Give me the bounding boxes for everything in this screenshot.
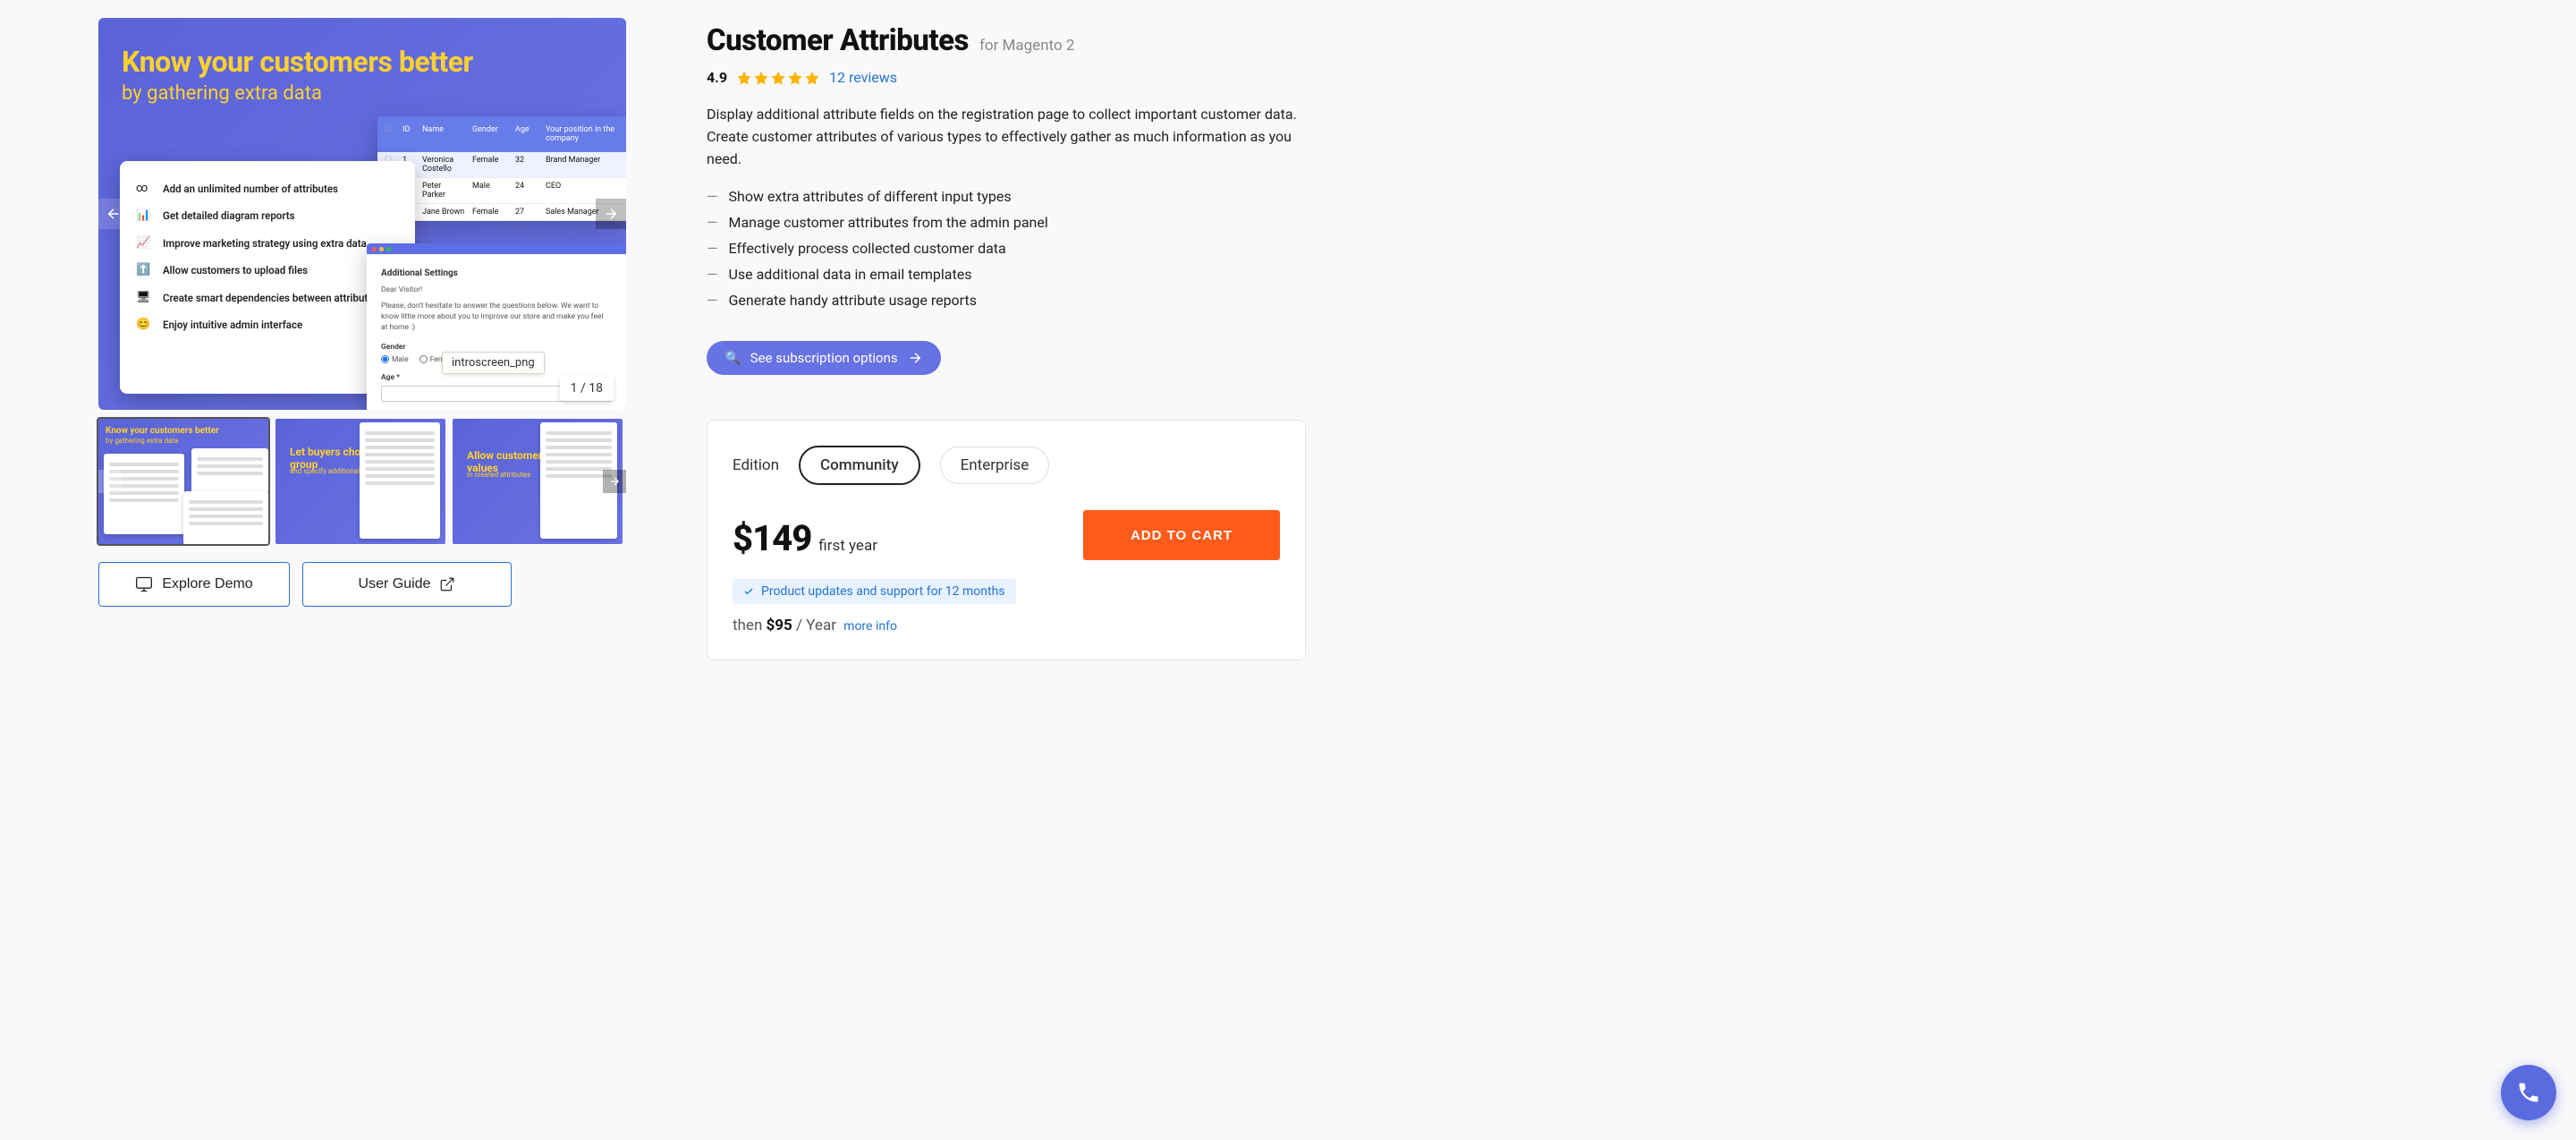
purchase-panel: Edition Community Enterprise $149 first … xyxy=(707,420,1306,660)
rating-value: 4.9 xyxy=(707,69,727,86)
gallery-main-slide[interactable]: Know your customers better by gathering … xyxy=(98,18,626,410)
button-label: User Guide xyxy=(359,576,431,592)
gallery-prev-arrow[interactable] xyxy=(98,199,129,229)
thumbs-next-arrow[interactable] xyxy=(603,470,626,493)
add-to-cart-button[interactable]: ADD TO CART xyxy=(1083,510,1280,560)
renewal-text: then $95 / Year more info xyxy=(733,617,1280,634)
subscription-options-button[interactable]: 🔍 See subscription options xyxy=(707,341,941,375)
image-tooltip: introscreen_png xyxy=(442,352,545,374)
arrow-left-icon xyxy=(104,475,116,488)
rating-summary[interactable]: 4.9 12 reviews xyxy=(707,69,1306,86)
arrow-right-icon xyxy=(907,350,923,366)
call-fab[interactable] xyxy=(2501,1065,2556,1120)
user-guide-button[interactable]: User Guide xyxy=(302,562,512,607)
external-link-icon xyxy=(439,576,455,592)
gallery-counter: 1 / 18 xyxy=(560,376,614,401)
arrow-right-icon xyxy=(608,475,621,488)
gallery-next-arrow[interactable] xyxy=(596,199,626,229)
edition-label: Edition xyxy=(733,456,779,474)
star-icon xyxy=(804,70,820,86)
feature-item: Effectively process collected customer d… xyxy=(729,240,1006,257)
arrow-right-icon xyxy=(603,206,619,222)
rating-stars xyxy=(736,70,820,86)
star-icon xyxy=(770,70,786,86)
platform-tag: for Magento 2 xyxy=(979,37,1074,55)
thumbs-prev-arrow[interactable] xyxy=(98,470,122,493)
explore-demo-button[interactable]: Explore Demo xyxy=(98,562,290,607)
button-label: See subscription options xyxy=(750,350,898,366)
slide-subline: by gathering extra data xyxy=(122,82,322,105)
updates-badge: Product updates and support for 12 month… xyxy=(733,579,1016,604)
arrow-left-icon xyxy=(106,206,122,222)
star-icon xyxy=(787,70,803,86)
magnifier-icon: 🔍 xyxy=(724,350,741,366)
edition-chip-enterprise[interactable]: Enterprise xyxy=(940,447,1050,484)
gallery-thumbnails: Know your customers better by gathering … xyxy=(98,419,626,544)
monitor-icon xyxy=(135,575,153,593)
price-period: first year xyxy=(818,537,877,555)
price-value: $149 xyxy=(733,517,811,559)
product-title: Customer Attributes xyxy=(707,23,969,58)
reviews-link[interactable]: 12 reviews xyxy=(829,69,897,86)
slide-headline: Know your customers better xyxy=(122,45,473,79)
gallery-thumb[interactable]: Let buyers choose a customer group and s… xyxy=(275,419,445,544)
feature-item: Show extra attributes of different input… xyxy=(729,188,1012,205)
feature-item: Manage customer attributes from the admi… xyxy=(729,214,1048,231)
star-icon xyxy=(753,70,769,86)
more-info-link[interactable]: more info xyxy=(843,619,897,634)
star-icon xyxy=(736,70,752,86)
edition-chip-community[interactable]: Community xyxy=(799,446,920,485)
gallery-thumb[interactable]: Know your customers better by gathering … xyxy=(98,419,268,544)
feature-item: Use additional data in email templates xyxy=(729,266,972,283)
button-label: Explore Demo xyxy=(162,576,252,592)
feature-item: Generate handy attribute usage reports xyxy=(729,292,977,309)
feature-list: —Show extra attributes of different inpu… xyxy=(707,188,1306,309)
product-description: Display additional attribute fields on t… xyxy=(707,104,1306,170)
gallery-thumb[interactable]: Allow customers to enter values in creat… xyxy=(453,419,623,544)
phone-icon xyxy=(2516,1080,2541,1105)
check-icon xyxy=(743,586,754,597)
